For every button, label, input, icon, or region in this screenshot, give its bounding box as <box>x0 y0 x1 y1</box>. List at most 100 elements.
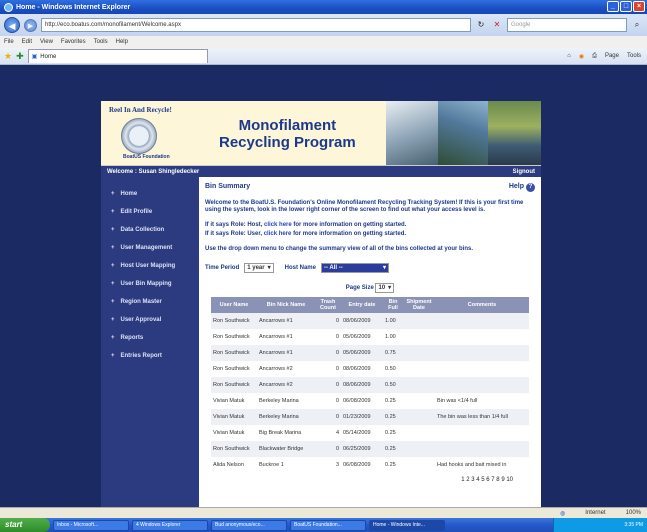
taskbar-item[interactable]: 4 Windows Explorer <box>132 519 208 531</box>
title-line-2: Recycling Program <box>219 134 356 151</box>
sidebar-item-user-management[interactable]: + User Management <box>101 239 199 257</box>
table-cell: 0.25 <box>383 409 403 425</box>
table-row: Ron Southwick Blackwater Bridge 0 06/25/200… <box>211 441 529 457</box>
pagination[interactable]: 1 2 3 4 5 6 7 8 9 10 <box>205 477 535 483</box>
menu-help[interactable]: Help <box>116 39 128 45</box>
sidebar-item-user-approval[interactable]: + User Approval <box>101 311 199 329</box>
refresh-icon[interactable]: ↻ <box>475 19 487 31</box>
table-cell <box>435 361 529 377</box>
time-period-select[interactable]: 1 year ▾ <box>244 263 274 273</box>
help-icon[interactable]: ? <box>526 183 535 192</box>
column-header[interactable]: User Name <box>211 297 257 313</box>
search-icon[interactable]: ⌕ <box>631 19 643 31</box>
sidebar-item-home[interactable]: + Home <box>101 185 199 203</box>
table-row: Vivian Matuk Berkeley Marina 0 06/08/2009 0.… <box>211 393 529 409</box>
table-cell: 0 <box>315 377 341 393</box>
home-icon[interactable]: ⌂ <box>567 53 571 60</box>
table-row: Ron Southwick Ancarrows #1 0 05/06/2009 0.75 <box>211 345 529 361</box>
maximize-button[interactable]: □ <box>620 1 632 12</box>
taskbar-item[interactable]: Bud anonymous/eco... <box>211 519 287 531</box>
table-cell <box>435 329 529 345</box>
minimize-button[interactable]: _ <box>607 1 619 12</box>
page-size-label: Page Size <box>345 285 374 291</box>
sidebar-item-host-user-mapping[interactable]: + Host User Mapping <box>101 257 199 275</box>
welcome-text: Welcome : Susan Shingledecker <box>107 168 200 175</box>
column-header[interactable]: Entry date <box>341 297 383 313</box>
address-input[interactable]: http://eco.boatus.com/monofilament/Welco… <box>41 18 471 32</box>
banner-photo-1 <box>386 101 438 165</box>
page-menu[interactable]: Page <box>605 53 619 60</box>
table-cell: 0 <box>315 345 341 361</box>
host-name-select[interactable]: -- All -- ▾ <box>320 263 389 273</box>
menu-favorites[interactable]: Favorites <box>61 39 86 45</box>
sidebar-item-data-collection[interactable]: + Data Collection <box>101 221 199 239</box>
taskbar-item[interactable]: BoatUS Foundation... <box>290 519 366 531</box>
page-size-select[interactable]: 10 ▾ <box>375 283 395 293</box>
column-header[interactable]: Shipment Date <box>403 297 435 313</box>
column-header[interactable]: Bin Full <box>383 297 403 313</box>
sidebar-item-edit-profile[interactable]: + Edit Profile <box>101 203 199 221</box>
table-cell: 05/14/2009 <box>341 425 383 441</box>
zone-label: Internet <box>585 510 606 516</box>
status-bar: ◍ Internet 100% <box>0 507 647 518</box>
table-row: Alida Nelson Buckroe 1 3 06/08/2009 0.25 Had … <box>211 457 529 473</box>
menu-tools[interactable]: Tools <box>94 39 108 45</box>
menu-edit[interactable]: Edit <box>22 39 32 45</box>
start-button[interactable]: start <box>0 518 50 532</box>
dropdown-note: Use the drop down menu to change the sum… <box>205 246 474 252</box>
menu-file[interactable]: File <box>4 39 14 45</box>
table-cell: 0.75 <box>383 345 403 361</box>
forward-icon[interactable]: ▶ <box>24 18 37 32</box>
add-favorite-icon[interactable]: ✚ <box>16 51 24 62</box>
column-header[interactable]: Comments <box>435 297 529 313</box>
sidebar-item-region-master[interactable]: + Region Master <box>101 293 199 311</box>
table-cell: 05/06/2009 <box>341 345 383 361</box>
table-cell: 0 <box>315 409 341 425</box>
table-cell <box>403 329 435 345</box>
tools-menu[interactable]: Tools <box>627 53 641 60</box>
content-header: Bin Summary Help? <box>205 183 535 192</box>
sidebar-item-entries-report[interactable]: + Entries Report <box>101 347 199 365</box>
zoom-level[interactable]: 100% <box>626 510 641 516</box>
close-button[interactable]: × <box>633 1 645 12</box>
chevron-down-icon: ▾ <box>267 265 271 271</box>
print-icon[interactable]: ⎙ <box>592 53 597 60</box>
taskbar-item[interactable]: Inbox - Microsoft... <box>53 519 129 531</box>
signout-link[interactable]: Signout <box>513 169 535 175</box>
browser-tab-home[interactable]: ▣ Home <box>27 49 208 63</box>
table-cell: Ron Southwick <box>211 313 257 329</box>
table-cell <box>403 409 435 425</box>
table-cell <box>403 377 435 393</box>
table-cell: 08/06/2009 <box>341 361 383 377</box>
favorites-star-icon[interactable]: ★ <box>4 51 12 62</box>
banner-photo-3 <box>488 101 541 165</box>
taskbar-item[interactable]: Home - Windows Inte... <box>369 519 445 531</box>
internet-zone-icon: ◍ <box>560 510 566 517</box>
sidebar-item-reports[interactable]: + Reports <box>101 329 199 347</box>
search-input[interactable]: Google <box>507 18 627 32</box>
page-icon: ▣ <box>31 54 38 60</box>
table-cell: Ron Southwick <box>211 377 257 393</box>
table-cell <box>403 361 435 377</box>
user-click-here-link[interactable]: click here <box>264 231 292 237</box>
menu-view[interactable]: View <box>40 39 53 45</box>
column-header[interactable]: Trash Count <box>315 297 341 313</box>
table-cell: 0 <box>315 441 341 457</box>
sidebar-item-user-bin-mapping[interactable]: + User Bin Mapping <box>101 275 199 293</box>
table-cell: 06/08/2009 <box>341 457 383 473</box>
feeds-icon[interactable]: ◉ <box>579 53 584 60</box>
back-icon[interactable]: ◀ <box>4 17 20 33</box>
host-click-here-link[interactable]: click here <box>264 222 292 228</box>
recycle-logo-icon <box>121 118 157 154</box>
stop-icon[interactable]: ✕ <box>491 19 503 31</box>
table-cell: Alida Nelson <box>211 457 257 473</box>
welcome-bar: Welcome : Susan Shingledecker Signout <box>101 166 541 177</box>
intro-text: Welcome to the BoatU.S. Foundation's Onl… <box>205 200 524 213</box>
help-link[interactable]: Help? <box>509 183 535 192</box>
column-header[interactable]: Bin Nick Name <box>257 297 315 313</box>
table-cell: 0.50 <box>383 377 403 393</box>
table-cell <box>435 441 529 457</box>
window-title: Home - Windows Internet Explorer <box>16 3 131 11</box>
system-tray-clock: 3:35 PM <box>553 518 647 532</box>
table-cell <box>403 313 435 329</box>
